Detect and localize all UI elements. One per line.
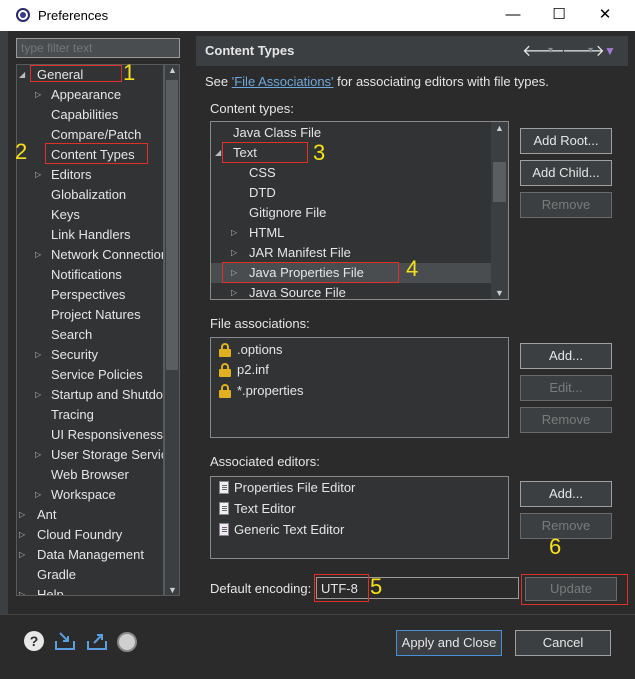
content-type-css[interactable]: CSS bbox=[249, 163, 276, 183]
associated-editors-list[interactable]: Properties File Editor Text Editor Gener… bbox=[210, 476, 509, 559]
tree-item-perspectives[interactable]: Perspectives bbox=[51, 285, 125, 305]
collapsed-triangle-icon[interactable]: ▷ bbox=[19, 585, 29, 595]
tree-item-project-natures[interactable]: Project Natures bbox=[51, 305, 141, 325]
tree-item-globalization[interactable]: Globalization bbox=[51, 185, 126, 205]
content-type-java-class-file[interactable]: Java Class File bbox=[233, 123, 321, 143]
eclipse-app-icon bbox=[16, 8, 30, 22]
annotation-box-content-types bbox=[45, 143, 148, 164]
window-title: Preferences bbox=[38, 8, 109, 23]
tree-item-notifications[interactable]: Notifications bbox=[51, 265, 122, 285]
scroll-up-icon[interactable]: ▲ bbox=[495, 123, 504, 133]
tree-item-keys[interactable]: Keys bbox=[51, 205, 80, 225]
forward-arrow-icon[interactable]: 🡒 bbox=[562, 40, 605, 61]
associated-editors-label: Associated editors: bbox=[210, 454, 320, 469]
add-root-button[interactable]: Add Root... bbox=[520, 128, 612, 154]
add-editor-button[interactable]: Add... bbox=[520, 481, 612, 507]
page-header: Content Types 🡐 ▾ 🡒 ▾ ▼ bbox=[196, 36, 628, 66]
tree-item-service-policies[interactable]: Service Policies bbox=[51, 365, 143, 385]
annotation-number-1: 1 bbox=[123, 60, 136, 85]
content-types-scrollbar[interactable]: ▲ ▼ bbox=[491, 122, 508, 299]
forward-dropdown-icon[interactable]: ▾ bbox=[588, 45, 593, 56]
cancel-button[interactable]: Cancel bbox=[515, 630, 611, 656]
annotation-box-general bbox=[30, 65, 122, 82]
content-type-dtd[interactable]: DTD bbox=[249, 183, 276, 203]
export-icon[interactable] bbox=[86, 631, 107, 651]
annotation-box-utf8 bbox=[314, 574, 369, 602]
remove-content-type-button[interactable]: Remove bbox=[520, 192, 612, 218]
generic-editor-icon bbox=[219, 523, 229, 536]
file-associations-hint: See 'File Associations' for associating … bbox=[205, 74, 549, 89]
file-associations-link[interactable]: 'File Associations' bbox=[232, 74, 334, 89]
close-button[interactable]: ✕ bbox=[582, 0, 628, 31]
back-arrow-icon[interactable]: 🡐 bbox=[522, 40, 565, 61]
lock-icon bbox=[219, 343, 231, 357]
add-child-button[interactable]: Add Child... bbox=[520, 160, 612, 186]
help-icon[interactable]: ? bbox=[24, 631, 44, 651]
collapsed-triangle-icon[interactable]: ▷ bbox=[35, 165, 45, 185]
back-dropdown-icon[interactable]: ▾ bbox=[548, 45, 553, 56]
scroll-down-icon[interactable]: ▼ bbox=[495, 288, 504, 298]
tree-item-capabilities[interactable]: Capabilities bbox=[51, 105, 118, 125]
annotation-number-6: 6 bbox=[549, 534, 562, 559]
tree-item-compare-patch[interactable]: Compare/Patch bbox=[51, 125, 141, 145]
lock-icon bbox=[219, 363, 231, 377]
tree-item-gradle[interactable]: Gradle bbox=[37, 565, 76, 585]
annotation-number-4: 4 bbox=[406, 256, 419, 281]
collapsed-triangle-icon[interactable]: ▷ bbox=[231, 283, 241, 299]
tree-item-link-handlers[interactable]: Link Handlers bbox=[51, 225, 131, 245]
annotation-number-2: 2 bbox=[15, 139, 28, 164]
collapsed-triangle-icon[interactable]: ▷ bbox=[35, 85, 45, 105]
view-menu-icon[interactable]: ▼ bbox=[604, 44, 616, 58]
collapsed-triangle-icon[interactable]: ▷ bbox=[35, 345, 45, 365]
collapsed-triangle-icon[interactable]: ▷ bbox=[231, 223, 241, 243]
lock-icon bbox=[219, 384, 231, 398]
annotation-box-update bbox=[521, 574, 628, 605]
minimize-button[interactable]: — bbox=[490, 0, 536, 31]
content-types-label: Content types: bbox=[210, 101, 294, 116]
annotation-number-3: 3 bbox=[313, 140, 326, 165]
tree-item-ui-responsiveness[interactable]: UI Responsiveness bbox=[51, 425, 163, 445]
content-type-gitignore[interactable]: Gitignore File bbox=[249, 203, 326, 223]
dialog-footer: ? Apply and Close Cancel bbox=[0, 614, 635, 679]
properties-file-icon bbox=[219, 481, 229, 494]
edit-file-association-button[interactable]: Edit... bbox=[520, 375, 612, 401]
text-file-icon bbox=[219, 502, 229, 515]
collapsed-triangle-icon[interactable]: ▷ bbox=[35, 485, 45, 505]
annotation-box-text bbox=[222, 142, 308, 163]
default-encoding-label: Default encoding: bbox=[210, 581, 312, 596]
collapsed-triangle-icon[interactable]: ▷ bbox=[35, 385, 45, 405]
apply-and-close-button[interactable]: Apply and Close bbox=[396, 630, 502, 656]
collapsed-triangle-icon[interactable]: ▷ bbox=[35, 445, 45, 465]
title-bar: Preferences — ☐ ✕ bbox=[0, 0, 635, 31]
annotation-box-java-properties bbox=[222, 262, 399, 283]
add-file-association-button[interactable]: Add... bbox=[520, 343, 612, 369]
oomph-record-icon[interactable] bbox=[117, 632, 137, 652]
filter-input[interactable] bbox=[16, 38, 180, 58]
tree-scrollbar-thumb[interactable] bbox=[166, 80, 178, 370]
expanded-triangle-icon[interactable]: ◢ bbox=[19, 65, 29, 85]
collapsed-triangle-icon[interactable]: ▷ bbox=[19, 545, 29, 565]
collapsed-triangle-icon[interactable]: ▷ bbox=[231, 243, 241, 263]
scroll-down-icon[interactable]: ▼ bbox=[168, 585, 177, 595]
collapsed-triangle-icon[interactable]: ▷ bbox=[19, 525, 29, 545]
content-types-scroll-thumb[interactable] bbox=[493, 162, 506, 202]
annotation-number-5: 5 bbox=[370, 574, 383, 599]
collapsed-triangle-icon[interactable]: ▷ bbox=[19, 505, 29, 525]
remove-file-association-button[interactable]: Remove bbox=[520, 407, 612, 433]
import-icon[interactable] bbox=[54, 631, 75, 651]
background-ide-strip bbox=[0, 31, 8, 679]
remove-editor-button[interactable]: Remove bbox=[520, 513, 612, 539]
file-associations-label: File associations: bbox=[210, 316, 310, 331]
page-title: Content Types bbox=[205, 43, 295, 58]
scroll-up-icon[interactable]: ▲ bbox=[168, 65, 177, 75]
maximize-button[interactable]: ☐ bbox=[536, 0, 582, 31]
tree-item-search[interactable]: Search bbox=[51, 325, 92, 345]
tree-item-tracing[interactable]: Tracing bbox=[51, 405, 94, 425]
collapsed-triangle-icon[interactable]: ▷ bbox=[35, 245, 45, 265]
tree-item-web-browser[interactable]: Web Browser bbox=[51, 465, 129, 485]
file-associations-list[interactable]: .options p2.inf *.properties bbox=[210, 337, 509, 438]
